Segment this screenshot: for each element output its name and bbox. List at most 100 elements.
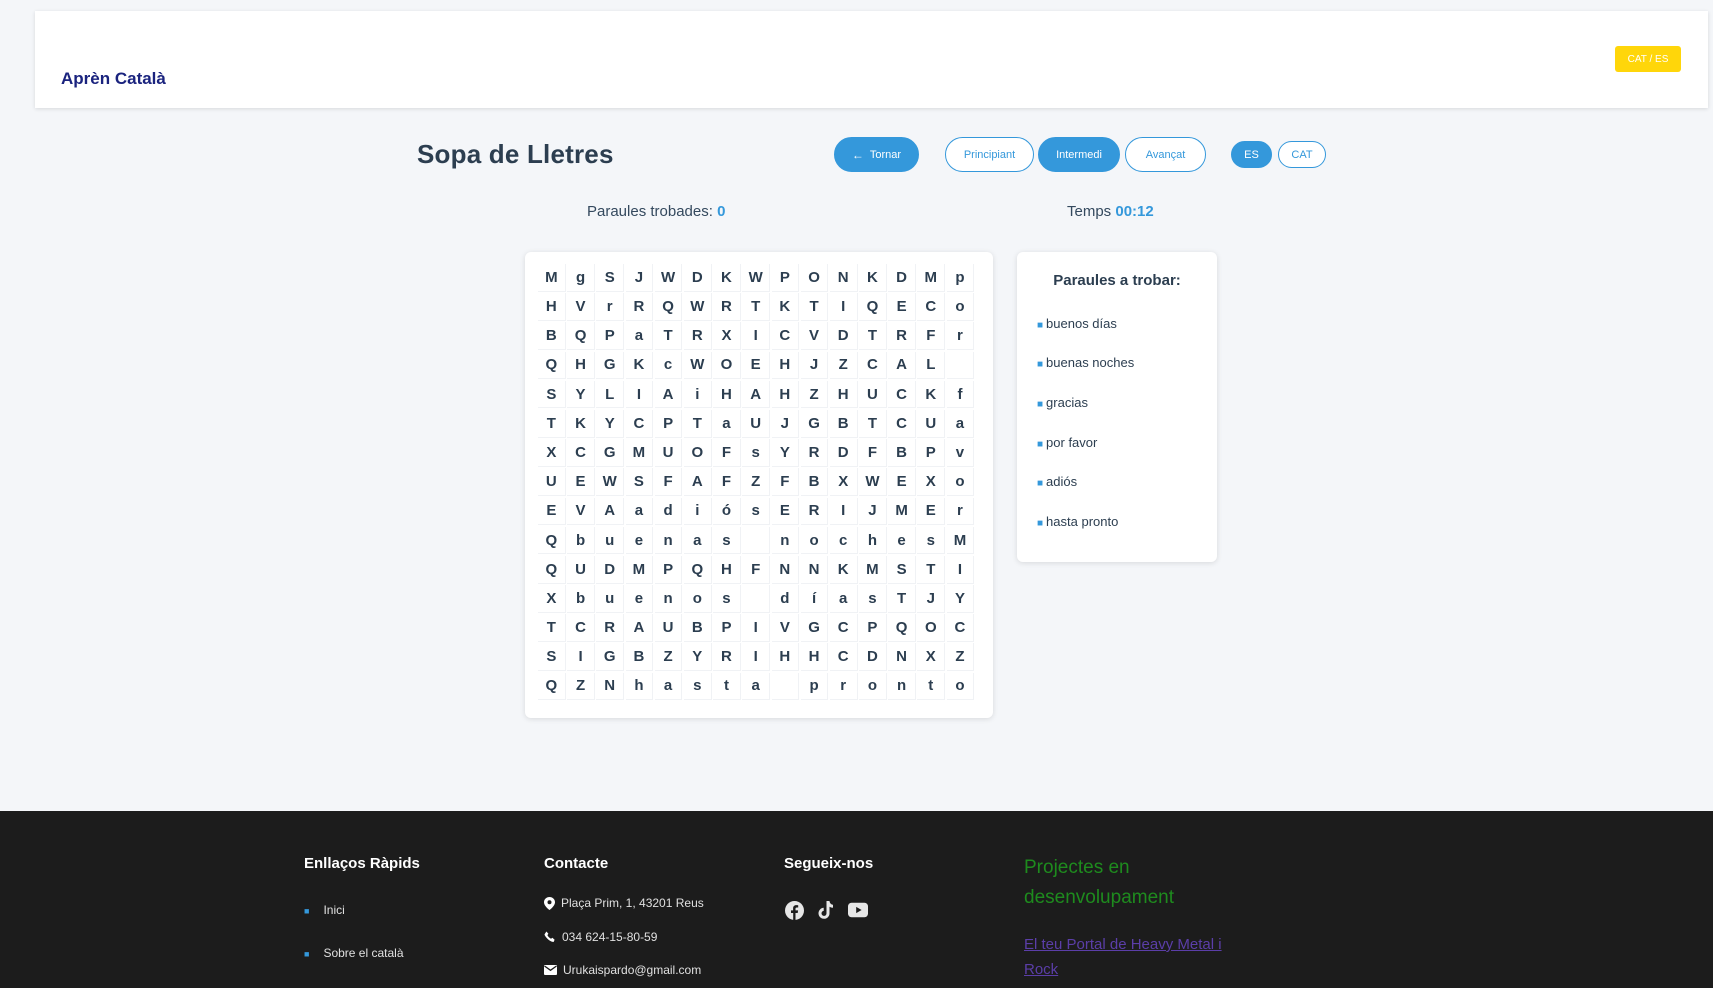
grid-cell[interactable]: Y bbox=[683, 643, 712, 672]
grid-cell[interactable]: I bbox=[742, 322, 770, 351]
grid-cell[interactable]: e bbox=[625, 526, 654, 555]
grid-cell[interactable]: K bbox=[829, 555, 858, 584]
grid-cell[interactable]: H bbox=[567, 351, 595, 380]
grid-cell[interactable]: E bbox=[538, 497, 566, 526]
grid-cell[interactable]: K bbox=[859, 264, 887, 292]
grid-cell[interactable]: s bbox=[713, 526, 741, 555]
grid-cell[interactable]: r bbox=[946, 497, 975, 526]
grid-cell[interactable]: s bbox=[742, 497, 770, 526]
grid-cell[interactable]: C bbox=[888, 380, 916, 409]
grid-cell[interactable]: o bbox=[683, 585, 712, 613]
grid-cell[interactable]: Q bbox=[859, 293, 887, 321]
grid-cell[interactable]: B bbox=[829, 409, 858, 438]
grid-cell[interactable]: R bbox=[713, 643, 741, 672]
grid-cell[interactable]: T bbox=[859, 409, 887, 438]
grid-cell[interactable]: D bbox=[859, 643, 887, 672]
grid-cell[interactable]: W bbox=[654, 264, 683, 292]
back-button[interactable]: ← Tornar bbox=[834, 137, 919, 172]
grid-cell[interactable]: a bbox=[946, 409, 975, 438]
grid-cell[interactable]: G bbox=[800, 614, 829, 642]
grid-cell[interactable]: O bbox=[713, 351, 741, 380]
grid-cell[interactable]: G bbox=[800, 409, 829, 438]
grid-cell[interactable]: n bbox=[888, 672, 916, 701]
grid-cell[interactable]: X bbox=[917, 468, 946, 496]
grid-cell[interactable]: W bbox=[859, 468, 887, 496]
grid-cell[interactable]: D bbox=[683, 264, 712, 292]
grid-cell[interactable]: g bbox=[567, 264, 595, 292]
grid-cell[interactable]: Q bbox=[654, 293, 683, 321]
grid-cell[interactable]: P bbox=[917, 439, 946, 467]
grid-cell[interactable]: H bbox=[771, 351, 800, 380]
grid-cell[interactable]: Y bbox=[596, 409, 625, 438]
grid-cell[interactable]: O bbox=[917, 614, 946, 642]
grid-cell[interactable]: e bbox=[888, 526, 916, 555]
grid-cell[interactable]: S bbox=[538, 380, 566, 409]
grid-cell[interactable]: Q bbox=[888, 614, 916, 642]
grid-cell[interactable]: U bbox=[654, 614, 683, 642]
grid-cell[interactable]: v bbox=[946, 439, 975, 467]
grid-cell[interactable]: o bbox=[946, 672, 975, 701]
grid-cell[interactable]: H bbox=[771, 643, 800, 672]
grid-cell[interactable]: W bbox=[742, 264, 770, 292]
grid-cell[interactable]: Z bbox=[742, 468, 770, 496]
grid-cell[interactable]: D bbox=[829, 322, 858, 351]
grid-cell[interactable]: W bbox=[596, 468, 625, 496]
grid-cell[interactable]: M bbox=[946, 526, 975, 555]
grid-cell[interactable]: E bbox=[742, 351, 770, 380]
grid-cell[interactable]: V bbox=[800, 322, 829, 351]
grid-cell[interactable]: c bbox=[654, 351, 683, 380]
grid-cell[interactable]: d bbox=[771, 585, 800, 613]
grid-cell[interactable]: C bbox=[859, 351, 887, 380]
grid-cell[interactable]: Q bbox=[538, 351, 566, 380]
grid-cell[interactable]: W bbox=[683, 351, 712, 380]
grid-cell[interactable]: P bbox=[859, 614, 887, 642]
grid-cell[interactable]: K bbox=[771, 293, 800, 321]
grid-cell[interactable]: G bbox=[596, 439, 625, 467]
grid-cell[interactable]: F bbox=[859, 439, 887, 467]
heavy-metal-portal-link[interactable]: El teu Portal de Heavy Metal i Rock bbox=[1024, 932, 1234, 982]
grid-cell[interactable]: H bbox=[800, 643, 829, 672]
grid-cell[interactable]: s bbox=[917, 526, 946, 555]
grid-cell[interactable]: M bbox=[888, 497, 916, 526]
grid-cell[interactable]: c bbox=[829, 526, 858, 555]
grid-cell[interactable]: a bbox=[654, 672, 683, 701]
grid-cell[interactable]: C bbox=[771, 322, 800, 351]
grid-cell[interactable]: p bbox=[946, 264, 975, 292]
grid-cell[interactable]: X bbox=[538, 585, 566, 613]
grid-cell[interactable]: A bbox=[742, 380, 770, 409]
grid-cell[interactable]: E bbox=[888, 468, 916, 496]
grid-cell[interactable]: s bbox=[742, 439, 770, 467]
grid-cell[interactable]: X bbox=[713, 322, 741, 351]
grid-cell[interactable]: W bbox=[683, 293, 712, 321]
grid-cell[interactable]: Q bbox=[538, 555, 566, 584]
grid-cell[interactable]: I bbox=[829, 497, 858, 526]
grid-cell[interactable]: b bbox=[567, 526, 595, 555]
grid-cell[interactable]: E bbox=[567, 468, 595, 496]
grid-cell[interactable]: M bbox=[859, 555, 887, 584]
grid-cell[interactable]: U bbox=[567, 555, 595, 584]
grid-cell[interactable]: Y bbox=[567, 380, 595, 409]
grid-cell[interactable]: K bbox=[625, 351, 654, 380]
grid-cell[interactable]: H bbox=[713, 380, 741, 409]
grid-cell[interactable]: F bbox=[917, 322, 946, 351]
grid-cell[interactable]: X bbox=[538, 439, 566, 467]
tiktok-icon[interactable] bbox=[816, 900, 836, 920]
lang-es-button[interactable]: ES bbox=[1231, 141, 1272, 168]
grid-cell[interactable]: K bbox=[713, 264, 741, 292]
grid-cell[interactable]: i bbox=[683, 380, 712, 409]
grid-cell[interactable]: H bbox=[713, 555, 741, 584]
grid-cell[interactable]: H bbox=[829, 380, 858, 409]
grid-cell[interactable]: R bbox=[800, 497, 829, 526]
grid-cell[interactable]: O bbox=[800, 264, 829, 292]
grid-cell[interactable]: n bbox=[771, 526, 800, 555]
grid-cell[interactable]: F bbox=[713, 439, 741, 467]
grid-cell[interactable]: G bbox=[596, 351, 625, 380]
grid-cell[interactable]: I bbox=[946, 555, 975, 584]
grid-cell[interactable]: C bbox=[946, 614, 975, 642]
grid-cell[interactable] bbox=[771, 672, 800, 701]
grid-cell[interactable]: J bbox=[917, 585, 946, 613]
grid-cell[interactable]: f bbox=[946, 380, 975, 409]
grid-cell[interactable]: C bbox=[888, 409, 916, 438]
grid-cell[interactable]: Q bbox=[567, 322, 595, 351]
grid-cell[interactable]: r bbox=[946, 322, 975, 351]
